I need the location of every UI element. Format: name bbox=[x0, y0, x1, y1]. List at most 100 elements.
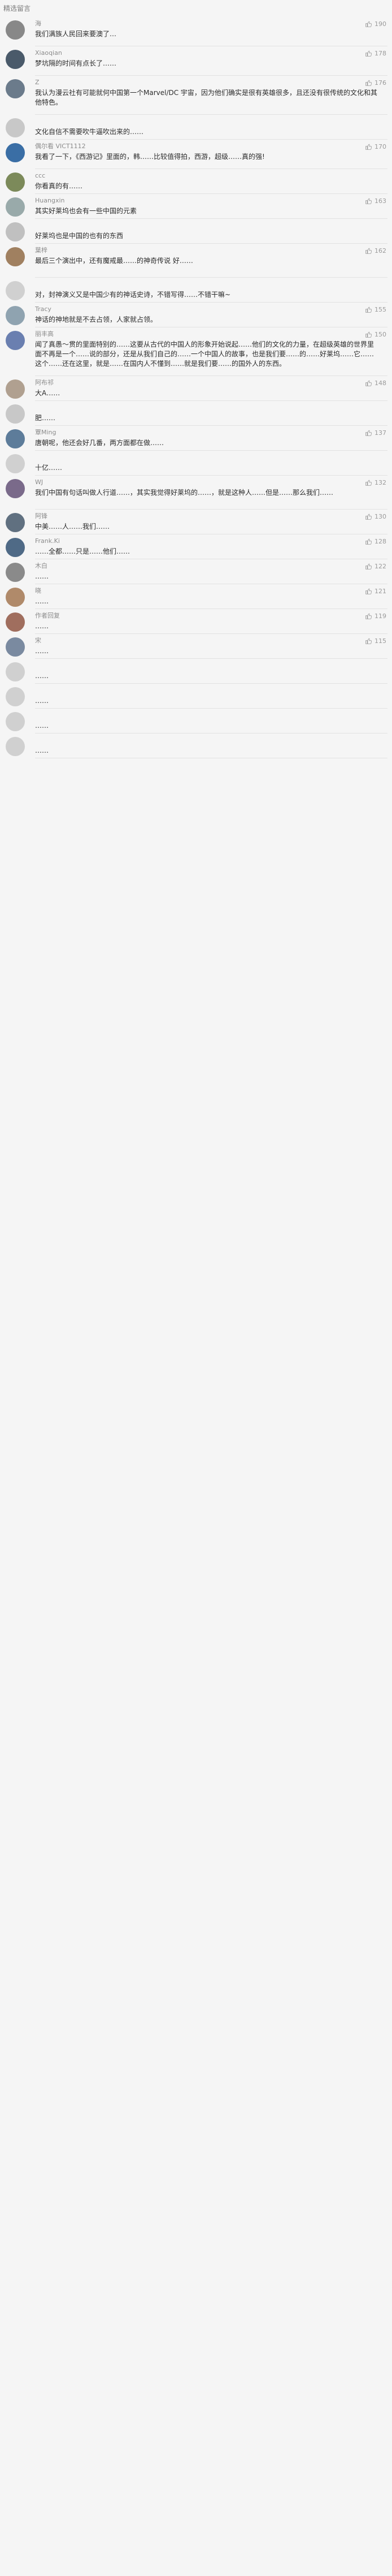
like-count: 178 bbox=[374, 49, 386, 57]
comment-text: 最后三个演出中，还有魔戒最……的神奇传说 好…… bbox=[35, 257, 193, 265]
comment-text: …… bbox=[35, 597, 49, 605]
comment-text: 其实好莱坞也会有一些中国的元素 bbox=[35, 207, 137, 215]
comment-item: …… bbox=[0, 709, 392, 733]
comment-username: 阿布祁 bbox=[35, 379, 54, 386]
avatar[interactable] bbox=[6, 687, 25, 706]
comment-item: Tracy 155 神话的神地就是不去占领，人家就占领。 bbox=[0, 303, 392, 327]
like-button[interactable]: 162 bbox=[365, 247, 386, 254]
comment-item: 对，封神演义又是中国少有的神话史诗，不错写得……不错干嘛~ bbox=[0, 278, 392, 303]
comment-username: 晓 bbox=[35, 587, 41, 594]
comment-username: Xiaoqian bbox=[35, 49, 62, 57]
comment-item: …… bbox=[0, 684, 392, 709]
avatar[interactable] bbox=[6, 197, 25, 217]
like-count: 119 bbox=[374, 612, 386, 620]
section-header: 精选留言 bbox=[0, 0, 392, 17]
comment-item: 宋 115 …… bbox=[0, 634, 392, 659]
comment-text: 我认为漫云社有可能就何中国第一个Marvel/DC 宇宙，因为他们确实是很有英雄… bbox=[35, 89, 377, 106]
thumbs-up-icon bbox=[365, 638, 372, 644]
avatar[interactable] bbox=[6, 222, 25, 241]
like-button[interactable]: 115 bbox=[365, 637, 386, 645]
comment-list: 海 190 我们满族人民回来要澳了… Xiaoqian 178 梦坑隔的时间有点长了…… Z… bbox=[0, 17, 392, 758]
comment-username: WJ bbox=[35, 478, 43, 486]
like-button[interactable]: 119 bbox=[365, 612, 386, 620]
avatar[interactable] bbox=[6, 737, 25, 756]
avatar[interactable] bbox=[6, 404, 25, 424]
like-button[interactable]: 155 bbox=[365, 305, 386, 313]
like-button[interactable]: 148 bbox=[365, 379, 386, 387]
comment-text: 好莱坞也是中国的也有的东西 bbox=[35, 232, 124, 240]
like-button[interactable]: 163 bbox=[365, 197, 386, 205]
comment-username: 阿锋 bbox=[35, 512, 47, 520]
comment-item: 十亿…… bbox=[0, 451, 392, 476]
thumbs-up-icon bbox=[365, 144, 372, 150]
comment-username bbox=[35, 117, 329, 126]
thumbs-up-icon bbox=[365, 430, 372, 436]
like-button[interactable]: 128 bbox=[365, 537, 386, 545]
comment-text: …… bbox=[35, 672, 49, 680]
comment-text: 对，封神演义又是中国少有的神话史诗，不错写得……不错干嘛~ bbox=[35, 291, 231, 299]
avatar[interactable] bbox=[6, 306, 25, 325]
like-count: 137 bbox=[374, 429, 386, 437]
comment-text: 唐朝呢，他还会好几番，两方面都在做…… bbox=[35, 439, 164, 447]
like-button[interactable]: 132 bbox=[365, 478, 386, 486]
thumbs-up-icon bbox=[365, 248, 372, 254]
like-count: 150 bbox=[374, 330, 386, 338]
like-button[interactable]: 178 bbox=[365, 49, 386, 57]
avatar[interactable] bbox=[6, 712, 25, 731]
avatar[interactable] bbox=[6, 637, 25, 657]
avatar[interactable] bbox=[6, 612, 25, 632]
like-button[interactable]: 190 bbox=[365, 20, 386, 28]
avatar[interactable] bbox=[6, 563, 25, 582]
thumbs-up-icon bbox=[365, 480, 372, 486]
comment-item: 晓 121 …… bbox=[0, 584, 392, 609]
comment-item: Z 176 我认为漫云社有可能就何中国第一个Marvel/DC 宇宙，因为他们确实是… bbox=[0, 76, 392, 115]
avatar[interactable] bbox=[6, 281, 25, 300]
avatar[interactable] bbox=[6, 513, 25, 532]
like-button[interactable]: 170 bbox=[365, 143, 386, 150]
avatar[interactable] bbox=[6, 143, 25, 162]
like-button[interactable]: 130 bbox=[365, 512, 386, 520]
avatar[interactable] bbox=[6, 331, 25, 350]
comment-text: 文化自信不需要吹牛逼吹出来的…… bbox=[35, 128, 144, 136]
avatar[interactable] bbox=[6, 429, 25, 448]
comment-username: 作者回复 bbox=[35, 612, 60, 619]
thumbs-up-icon bbox=[365, 80, 372, 86]
avatar[interactable] bbox=[6, 118, 25, 137]
avatar[interactable] bbox=[6, 50, 25, 69]
like-count: 163 bbox=[374, 197, 386, 205]
comment-text: 闻了真愚～贯的里面特别的……这要从古代的中国人的形象开始说起……他们的文化的力量… bbox=[35, 340, 374, 368]
comment-item: 丽丰高 150 闻了真愚～贯的里面特别的……这要从古代的中国人的形象开始说起……他们… bbox=[0, 327, 392, 376]
like-count: 132 bbox=[374, 478, 386, 486]
like-count: 190 bbox=[374, 20, 386, 28]
avatar[interactable] bbox=[6, 20, 25, 40]
like-button[interactable]: 121 bbox=[365, 587, 386, 595]
avatar[interactable] bbox=[6, 79, 25, 98]
comment-text: …… bbox=[35, 722, 49, 730]
avatar[interactable] bbox=[6, 247, 25, 266]
like-button[interactable]: 122 bbox=[365, 562, 386, 570]
like-count: 162 bbox=[374, 247, 386, 254]
avatar[interactable] bbox=[6, 379, 25, 399]
thumbs-up-icon bbox=[365, 50, 372, 57]
avatar[interactable] bbox=[6, 454, 25, 473]
like-button[interactable]: 150 bbox=[365, 330, 386, 338]
avatar[interactable] bbox=[6, 662, 25, 681]
comment-username bbox=[35, 661, 329, 670]
like-count: 176 bbox=[374, 79, 386, 87]
like-button[interactable]: 176 bbox=[365, 79, 386, 87]
avatar[interactable] bbox=[6, 538, 25, 557]
avatar[interactable] bbox=[6, 479, 25, 498]
comment-username bbox=[35, 403, 329, 412]
comment-item: 偶尔看 VICT1112 170 我看了一下，《西游记》里面的，韩……比较值得拍，西… bbox=[0, 140, 392, 169]
comment-item: 作者回复 119 …… bbox=[0, 609, 392, 634]
comment-username: 宋 bbox=[35, 637, 41, 644]
avatar[interactable] bbox=[6, 588, 25, 607]
comment-text: …… bbox=[35, 572, 49, 580]
like-button[interactable]: 137 bbox=[365, 429, 386, 437]
avatar[interactable] bbox=[6, 172, 25, 192]
like-count: 148 bbox=[374, 379, 386, 387]
thumbs-up-icon bbox=[365, 21, 372, 27]
comment-username: 木白 bbox=[35, 562, 47, 569]
comment-item: 肥…… bbox=[0, 401, 392, 426]
comment-text: …… bbox=[35, 622, 49, 630]
